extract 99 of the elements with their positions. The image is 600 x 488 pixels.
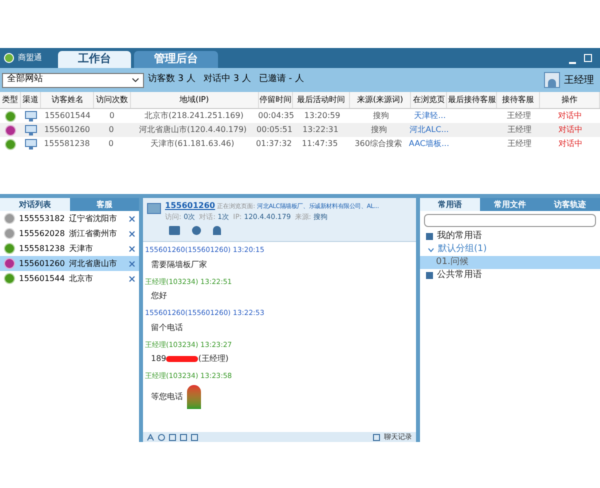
message-text: 留个电话 xyxy=(151,322,183,334)
tab[interactable]: 访客轨迹 xyxy=(540,198,600,211)
site-select[interactable]: 全部网站 xyxy=(2,72,144,88)
stat-text: 访客数 3 人 xyxy=(148,73,196,86)
visitor-id: 155581238 xyxy=(19,242,65,254)
page-link[interactable]: 天津轻... xyxy=(412,109,448,123)
message-text: 需要隔墙板厂家 xyxy=(151,258,207,270)
column-header: 操作 xyxy=(540,92,600,108)
visitor-id: 155562028 xyxy=(19,228,65,240)
table-cell-text: 王经理 xyxy=(506,124,532,136)
tree-item[interactable]: 我的常用语 xyxy=(420,230,600,243)
message-text: 189 xyxy=(151,353,166,365)
emoji-icon[interactable] xyxy=(158,434,165,440)
monitor-icon xyxy=(24,110,37,122)
maximize-icon[interactable] xyxy=(584,54,592,62)
tab[interactable]: 工作台 xyxy=(58,51,131,68)
app-name: 商盟通 xyxy=(18,52,42,64)
table-cell-text: 11:47:35 xyxy=(300,138,339,150)
column-header: 在浏览页 xyxy=(411,92,448,108)
table-cell-text: 01:37:32 xyxy=(256,138,292,150)
monitor-icon xyxy=(24,138,37,150)
chevron-icon[interactable] xyxy=(428,246,434,252)
tree-label: 01.问候 xyxy=(436,256,468,269)
table-cell-text: 王经理 xyxy=(506,110,532,122)
visitor-region: 辽宁省沈阳市 xyxy=(68,212,117,224)
tree-label: 公共常用语 xyxy=(437,268,482,282)
table-cell-text: 00:05:51 xyxy=(256,124,292,136)
visitor-region: 北京市 xyxy=(68,272,93,284)
stat-text: 对话中 3 人 xyxy=(203,73,251,86)
conversation-item[interactable]: 155601544 北京市 xyxy=(0,271,139,286)
tree-item[interactable]: 公共常用语 xyxy=(420,269,600,282)
message-text: (王经理) xyxy=(198,353,229,365)
search-field[interactable] xyxy=(424,214,596,227)
table-cell-text: 0 xyxy=(108,110,116,122)
logo-icon xyxy=(4,53,14,63)
tab[interactable]: 客服 xyxy=(70,198,139,211)
column-header: 访问次数 xyxy=(94,92,130,108)
visitor-id: 155553182 xyxy=(19,212,65,224)
tree-label: 我的常用语 xyxy=(437,230,482,243)
conversation-item[interactable]: 155581238 天津市 xyxy=(0,241,139,256)
column-header: 渠道 xyxy=(20,92,42,108)
table-cell-text: 360综合搜索 xyxy=(354,138,403,150)
message-text: 等您电话 xyxy=(151,390,183,402)
page-link[interactable]: 河北ALC... xyxy=(410,123,449,137)
table-cell-text: 155601260 xyxy=(43,124,92,136)
column-header: 来源(来源词) xyxy=(350,92,412,108)
visitor-region: 天津市 xyxy=(68,242,93,254)
visitor-id: 155601544 xyxy=(19,272,65,284)
page-link[interactable]: AAC墙板... xyxy=(408,137,450,151)
tree-label: 默认分组(1) xyxy=(438,242,487,256)
column-header: 最后活动时间 xyxy=(293,92,350,108)
status-text: 对话中 xyxy=(557,124,584,136)
message-text: 您好 xyxy=(151,290,167,302)
visitor-card-icon xyxy=(147,203,161,214)
user-name: 王经理 xyxy=(564,74,595,88)
visitor-region: 浙江省衢州市 xyxy=(68,228,117,240)
monitor-icon xyxy=(24,124,37,136)
column-header: 地域(IP) xyxy=(130,92,259,108)
table-cell-text: 0 xyxy=(108,124,115,136)
chevron-down-icon xyxy=(132,78,139,82)
table-cell-text: 0 xyxy=(107,138,115,150)
visitor-region: 河北省唐山市 xyxy=(68,258,117,270)
status-text: 对话中 xyxy=(557,110,584,122)
table-cell-text: 搜狗 xyxy=(370,124,388,136)
font-icon[interactable] xyxy=(147,434,154,440)
column-header: 访客姓名 xyxy=(41,92,94,108)
visitor-id: 155601260 xyxy=(19,258,65,270)
close-icon[interactable] xyxy=(129,230,135,236)
stat-text: 已邀请 - 人 xyxy=(258,73,304,86)
close-icon[interactable] xyxy=(129,216,135,222)
table-cell-text: 13:20:59 xyxy=(303,110,342,122)
column-header: 停留时间 xyxy=(258,92,294,108)
table-cell-text: 00:04:35 xyxy=(258,110,294,122)
tab[interactable]: 常用语 xyxy=(420,198,480,211)
close-icon[interactable] xyxy=(129,246,135,252)
close-icon[interactable] xyxy=(129,276,135,282)
table-cell-text: 155601544 xyxy=(44,110,92,122)
tree-item[interactable]: 默认分组(1) xyxy=(420,243,600,256)
table-cell-text: 搜狗 xyxy=(372,110,390,122)
table-cell-text: 155581238 xyxy=(43,138,91,150)
avatar-icon xyxy=(544,72,560,88)
conversation-item[interactable]: 155553182 辽宁省沈阳市 xyxy=(0,211,139,226)
tree-item[interactable]: 01.问候 xyxy=(420,256,600,269)
close-icon[interactable] xyxy=(129,260,135,266)
conversation-item[interactable]: 155601260 河北省唐山市 xyxy=(0,256,139,271)
table-cell-text: 王经理 xyxy=(506,138,532,150)
table-cell-text: 河北省唐山市(120.4.40.179) xyxy=(138,124,248,136)
tab[interactable]: 常用文件 xyxy=(480,198,540,211)
column-header: 接待客服 xyxy=(497,92,540,108)
column-header: 最后接待客服 xyxy=(447,92,498,108)
status-text: 对话中 xyxy=(557,138,584,150)
column-header: 类型 xyxy=(0,92,21,108)
conversation-item[interactable]: 155562028 浙江省衢州市 xyxy=(0,226,139,241)
tab[interactable]: 对话列表 xyxy=(0,198,70,211)
redaction-mark xyxy=(166,356,198,362)
visitor-link[interactable]: 155601260 xyxy=(165,200,216,212)
table-cell-text: 13:22:31 xyxy=(302,124,340,136)
table-cell-text: 北京市(218.241.251.169) xyxy=(144,110,244,122)
table-cell-text: 天津市(61.181.63.46) xyxy=(150,138,236,150)
